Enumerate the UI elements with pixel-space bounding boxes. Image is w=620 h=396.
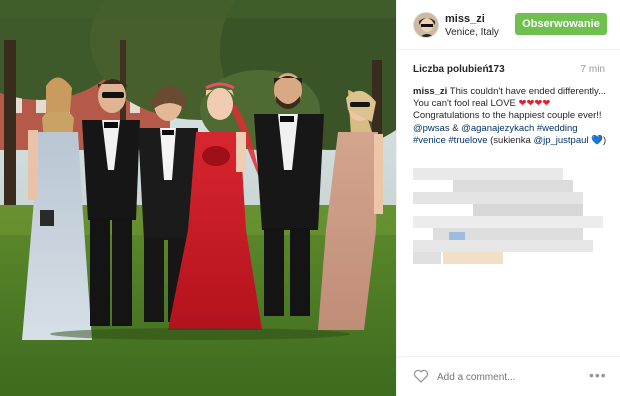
- location-link[interactable]: Venice, Italy: [445, 27, 499, 38]
- mention-link[interactable]: @jp_justpaul: [533, 135, 588, 146]
- heart-outline-icon[interactable]: [413, 368, 429, 384]
- post-photo[interactable]: [0, 0, 396, 396]
- caption-text: Congratulations to the happiest couple e…: [413, 110, 602, 122]
- blurred-block: [443, 252, 503, 264]
- username[interactable]: miss_zi: [445, 13, 485, 25]
- blurred-block: [413, 252, 441, 264]
- blue-heart-emoji: 💙: [591, 134, 603, 146]
- hashtag-link[interactable]: #truelove: [448, 135, 487, 146]
- mention-link[interactable]: @aganajezykach: [461, 123, 534, 134]
- blurred-block: [453, 180, 573, 192]
- red-hearts-emoji: ❤❤❤❤: [518, 98, 551, 110]
- post-timestamp[interactable]: 7 min: [581, 64, 605, 75]
- post-footer: •••: [397, 356, 620, 396]
- avatar[interactable]: [413, 12, 439, 38]
- more-options-icon[interactable]: •••: [589, 368, 607, 382]
- blurred-block: [413, 240, 593, 252]
- blurred-block: [413, 168, 563, 180]
- caption-author[interactable]: miss_zi: [413, 86, 447, 97]
- post-side-panel: miss_zi Venice, Italy Obserwowanie Liczb…: [396, 0, 620, 396]
- post-caption: miss_zi This couldn't have ended differe…: [413, 86, 609, 147]
- post-stats: Liczba polubień: 173 7 min: [413, 62, 605, 78]
- caption-text: (sukienka: [490, 134, 531, 146]
- likes-count[interactable]: 173: [488, 64, 505, 75]
- blurred-block: [413, 192, 583, 204]
- likes-label: Liczba polubień:: [413, 64, 492, 75]
- blurred-comments: [413, 168, 607, 274]
- hashtag-link[interactable]: #wedding: [537, 123, 578, 134]
- caption-text: &: [452, 122, 459, 134]
- blurred-block: [473, 204, 583, 216]
- add-comment-input[interactable]: [437, 370, 587, 384]
- caption-text: ): [603, 134, 607, 146]
- blurred-block: [413, 216, 603, 228]
- follow-button[interactable]: Obserwowanie: [515, 13, 607, 35]
- post-header: miss_zi Venice, Italy Obserwowanie: [397, 0, 620, 50]
- hashtag-link[interactable]: #venice: [413, 135, 446, 146]
- mention-link[interactable]: @pwsas: [413, 123, 450, 134]
